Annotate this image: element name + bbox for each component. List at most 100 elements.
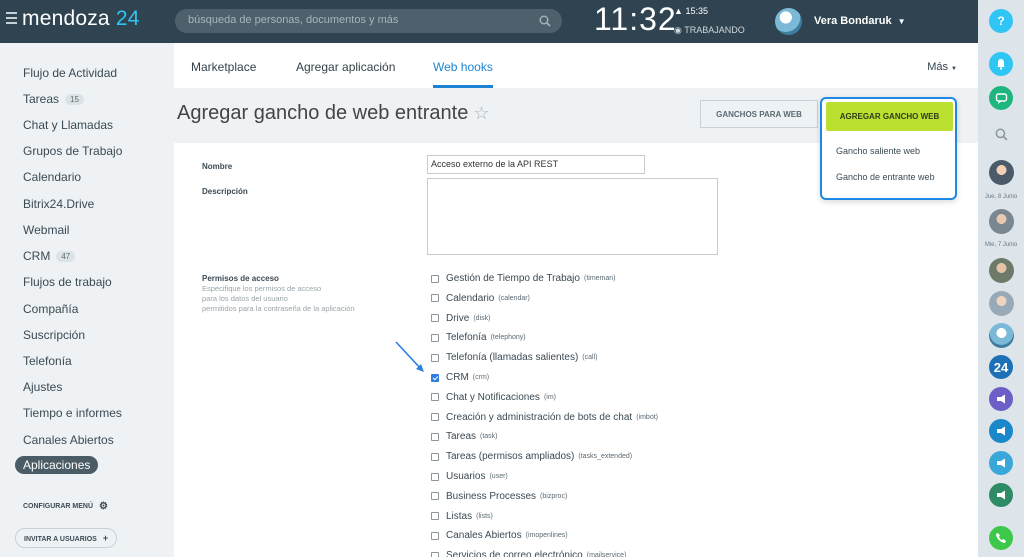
bitrix24-icon[interactable]: 24 [989,355,1013,379]
description-field[interactable] [427,178,718,255]
tab-web-hooks[interactable]: Web hooks [433,60,493,88]
phone-icon[interactable] [989,526,1013,550]
permission-item[interactable]: Servicios de correo electrónico (mailserv… [431,550,626,557]
sidebar-item-open-channels[interactable]: Canales Abiertos [23,431,114,449]
permission-checkbox[interactable] [431,353,439,362]
work-status[interactable]: ▲ 15:35 ◉ TRABAJANDO [674,5,745,37]
permission-label: Telefonía (llamadas salientes) [446,352,579,364]
permission-code: (imbot) [636,413,658,421]
permission-checkbox[interactable] [431,294,439,303]
permission-item[interactable]: Tareas (permisos ampliados) (tasks_extend… [431,451,632,462]
bell-icon[interactable] [989,52,1013,76]
permission-label: Business Processes [446,490,537,502]
megaphone-icon[interactable] [989,483,1013,507]
permission-checkbox[interactable] [431,314,439,323]
sidebar-item-subscription[interactable]: Suscripción [23,326,85,344]
permission-label: CRM [446,372,469,383]
permission-item[interactable]: Business Processes (bizproc) [431,491,567,502]
permission-item[interactable]: Usuarios (user) [431,471,508,482]
sidebar-item-workflows[interactable]: Flujos de trabajo [23,273,112,291]
search-icon[interactable] [539,14,551,32]
permissions-label: Permisos de acceso [202,274,279,283]
permission-item[interactable]: Creación y administración de bots de cha… [431,412,658,423]
sidebar-item-settings[interactable]: Ajustes [23,378,62,396]
contact-avatar[interactable] [989,258,1014,283]
permission-item[interactable]: Listas (lists) [431,511,493,522]
page-title: Agregar gancho de web entrante ☆ [177,102,490,124]
permission-checkbox[interactable] [431,333,439,342]
sidebar-item-applications[interactable]: Aplicaciones [15,456,99,474]
menu-item-incoming-webhook[interactable]: Gancho de entrante web [836,172,935,182]
permission-checkbox[interactable] [431,472,439,481]
contact-avatar[interactable] [989,160,1014,185]
permission-label: Tareas [446,431,477,443]
work-state-icon: ◉ [674,25,682,35]
clock[interactable]: 11:32 [594,1,677,38]
permission-item[interactable]: Chat y Notificaciones (im) [431,392,556,403]
rail-search-icon[interactable] [989,122,1013,146]
sidebar-item-crm[interactable]: CRM 47 [23,247,76,265]
permission-item[interactable]: Gestión de Tiempo de Trabajo (timeman) [431,273,616,284]
permission-checkbox[interactable] [431,393,439,402]
add-webhook-button[interactable]: AGREGAR GANCHO WEB [826,102,953,131]
permission-item[interactable]: Telefonía (llamadas salientes) (call) [431,352,597,363]
left-sidebar: Flujo de Actividad Tareas 15 Chat y Llama… [0,43,174,557]
contact-avatar[interactable] [989,323,1014,348]
permission-checkbox[interactable] [431,492,439,501]
megaphone-icon[interactable] [989,451,1013,475]
permission-item[interactable]: CRM (crm) [431,372,489,383]
sidebar-item-drive[interactable]: Bitrix24.Drive [23,195,94,213]
permission-item[interactable]: Tareas (task) [431,431,498,442]
sidebar-item-calendar[interactable]: Calendario [23,168,81,186]
sidebar-item-chat[interactable]: Chat y Llamadas [23,116,113,134]
webhooks-list-button[interactable]: GANCHOS PARA WEB [700,100,818,128]
user-menu[interactable]: Vera Bondaruk ▼ [775,6,906,36]
chevron-down-icon: ▼ [897,16,906,26]
permission-checkbox[interactable] [431,512,439,521]
chevron-down-icon: ▼ [951,66,957,72]
sidebar-item-company[interactable]: Compañía [23,300,78,318]
permission-item[interactable]: Calendario (calendar) [431,293,530,304]
menu-icon[interactable] [6,12,17,24]
menu-item-outgoing-webhook[interactable]: Gancho saliente web [836,146,920,156]
sidebar-item-tasks[interactable]: Tareas 15 [23,90,84,108]
star-icon[interactable]: ☆ [473,103,489,123]
permission-checkbox[interactable] [431,413,439,422]
permission-label: Servicios de correo electrónico [446,550,583,557]
sidebar-item-webmail[interactable]: Webmail [23,221,69,239]
permission-label: Tareas (permisos ampliados) [446,451,575,463]
tab-marketplace[interactable]: Marketplace [191,60,256,74]
more-menu[interactable]: Más ▼ [927,61,957,73]
permission-checkbox[interactable] [431,452,439,461]
help-button[interactable]: ? [989,9,1013,33]
invite-users-button[interactable]: INVITAR A USUARIOS + [15,528,118,548]
search-input[interactable]: búsqueda de personas, documentos y más [175,9,562,33]
sidebar-item-time-reports[interactable]: Tiempo e informes [23,404,122,422]
name-field[interactable]: Acceso externo de la API REST [427,155,645,174]
permission-item[interactable]: Telefonía (telephony) [431,332,526,343]
permission-checkbox[interactable] [431,373,439,382]
sidebar-item-activity[interactable]: Flujo de Actividad [23,64,117,82]
contact-avatar[interactable] [989,209,1014,234]
permission-code: (call) [582,354,598,362]
portal-logo[interactable]: mendoza 24 [22,7,140,31]
contact-avatar[interactable] [989,291,1014,316]
megaphone-icon[interactable] [989,419,1013,443]
permission-checkbox[interactable] [431,274,439,283]
permission-code: (bizproc) [540,492,568,500]
permission-checkbox[interactable] [431,531,439,540]
top-bar: mendoza 24 búsqueda de personas, documen… [0,0,978,43]
permission-item[interactable]: Canales Abiertos (imopenlines) [431,530,568,541]
tab-add-application[interactable]: Agregar aplicación [296,60,395,74]
permission-label: Gestión de Tiempo de Trabajo [446,273,580,284]
megaphone-icon[interactable] [989,387,1013,411]
permission-checkbox[interactable] [431,551,439,557]
chat-icon[interactable] [989,86,1013,110]
name-label: Nombre [202,162,233,171]
permission-item[interactable]: Drive (disk) [431,313,490,324]
permission-label: Creación y administración de bots de cha… [446,411,633,423]
configure-menu-button[interactable]: CONFIGURAR MENÚ ⚙ [23,501,108,512]
permission-checkbox[interactable] [431,432,439,441]
sidebar-item-telephony[interactable]: Telefonía [23,352,72,370]
sidebar-item-workgroups[interactable]: Grupos de Trabajo [23,142,122,160]
